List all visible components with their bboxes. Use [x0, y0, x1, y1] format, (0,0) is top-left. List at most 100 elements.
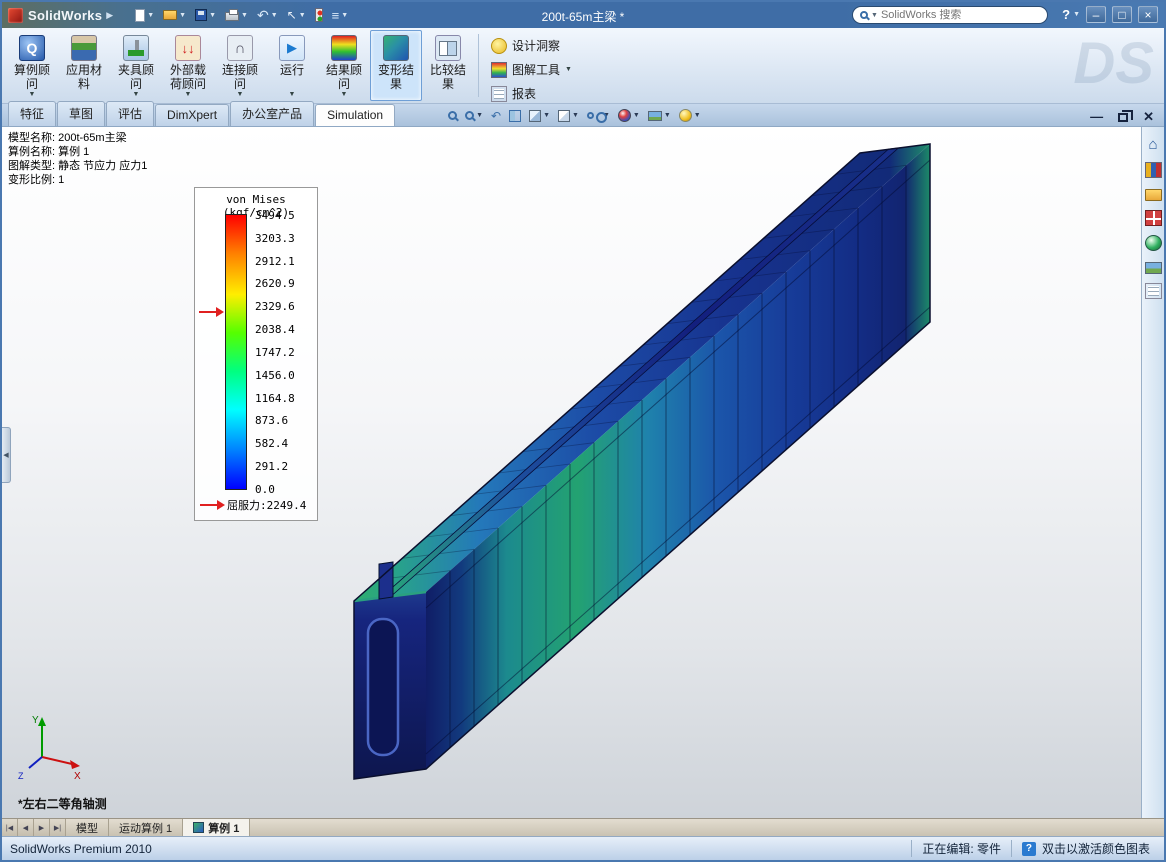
view-settings-button[interactable]: ▼ — [679, 109, 701, 122]
status-product-name: SolidWorks Premium 2010 — [2, 842, 152, 856]
minimize-button[interactable]: – — [1086, 6, 1106, 23]
options-icon: ≡ — [332, 9, 340, 22]
home-icon[interactable]: ⌂ — [1145, 137, 1162, 153]
ribbon-button-external-loads-advisor[interactable]: 外部载荷顾问 ▼ — [162, 30, 214, 101]
triad-x-arrow — [70, 760, 80, 769]
menu-flyout-arrow-icon[interactable]: ▶ — [106, 10, 113, 21]
view-palette-icon[interactable] — [1145, 210, 1162, 226]
section-view-icon — [509, 110, 521, 122]
document-close-button[interactable]: ✕ — [1143, 112, 1154, 122]
yield-marker-arrow-icon — [199, 311, 217, 313]
simulation-study-icon — [193, 822, 204, 833]
dropdown-arrow-icon: ▼ — [694, 112, 701, 119]
report-icon — [491, 86, 507, 102]
tab-sketch[interactable]: 草图 — [57, 101, 105, 126]
tab-model[interactable]: 模型 — [66, 819, 109, 836]
ribbon-button-report[interactable]: 报表 — [487, 84, 576, 103]
view-orientation-button[interactable]: ▼ — [529, 110, 550, 122]
search-scope-arrow-icon[interactable]: ▼ — [871, 12, 878, 19]
beam-model[interactable] — [354, 144, 930, 779]
rebuild-button[interactable] — [315, 8, 323, 22]
plot-info-block: 模型名称: 200t-65m主梁 算例名称: 算例 1 图解类型: 静态 节应力… — [8, 131, 147, 187]
previous-view-button[interactable]: ↶ — [491, 110, 501, 122]
tab-study-1[interactable]: 算例 1 — [183, 819, 250, 836]
appearances-icon[interactable] — [1145, 235, 1162, 251]
zoom-area-button[interactable]: ▼ — [465, 111, 483, 120]
featuremanager-collapsed-handle[interactable]: ◀ — [2, 427, 11, 483]
apply-scene-button[interactable]: ▼ — [648, 111, 671, 121]
help-button[interactable]: ? ▼ — [1062, 7, 1080, 22]
beam-side-face[interactable] — [426, 144, 930, 769]
model-canvas[interactable]: Y X Z — [2, 127, 1141, 818]
scenes-icon[interactable] — [1145, 262, 1162, 274]
tab-evaluate[interactable]: 评估 — [106, 101, 154, 126]
ribbon-separator — [478, 34, 479, 97]
ribbon-stack-group: 设计洞察 图解工具 ▼ 报表 — [483, 30, 578, 101]
ribbon-button-design-insight[interactable]: 设计洞察 — [487, 36, 576, 55]
rebuild-icon — [315, 8, 323, 22]
brand-text: SolidWorks — [28, 8, 102, 23]
undo-button[interactable]: ↶▼ — [257, 8, 278, 22]
hide-show-items-icon — [587, 112, 594, 119]
status-bar: SolidWorks Premium 2010 正在编辑: 零件 ? 双击以激活… — [2, 836, 1164, 860]
prev-tab-arrow[interactable]: ◀ — [18, 819, 34, 836]
tab-simulation[interactable]: Simulation — [315, 104, 395, 126]
legend-color-bar[interactable] — [225, 214, 247, 490]
document-minimize-button[interactable]: — — [1090, 112, 1103, 122]
section-view-button[interactable] — [509, 110, 521, 122]
ribbon-button-compare-results[interactable]: 比较结果 — [422, 30, 474, 101]
save-button[interactable]: ▼ — [195, 9, 216, 21]
design-library-icon[interactable] — [1145, 162, 1162, 178]
file-explorer-icon[interactable] — [1145, 189, 1162, 201]
ribbon-button-deformed-result[interactable]: 变形结果 — [370, 30, 422, 101]
solidworks-logo-icon[interactable] — [8, 8, 23, 23]
last-tab-arrow[interactable]: ▶| — [50, 819, 66, 836]
search-box[interactable]: ▼ — [852, 6, 1048, 24]
yield-arrow-icon — [200, 504, 218, 506]
stress-legend[interactable]: von Mises (kgf/cm^2) 3494.5 3203.3 2912.… — [194, 187, 318, 521]
dropdown-arrow-icon: ▼ — [664, 112, 671, 119]
ribbon-button-fixtures-advisor[interactable]: 夹具顾问 ▼ — [110, 30, 162, 101]
display-style-button[interactable]: ▼ — [558, 110, 579, 122]
hide-show-items-button[interactable]: ▼ — [587, 112, 610, 119]
edit-appearance-button[interactable]: ▼ — [618, 109, 640, 122]
first-tab-arrow[interactable]: |◀ — [2, 819, 18, 836]
tab-dimxpert[interactable]: DimXpert — [155, 104, 229, 126]
help-hint-icon[interactable]: ? — [1022, 842, 1036, 856]
ribbon-button-study-advisor[interactable]: 算例顾问 ▼ — [6, 30, 58, 101]
edit-appearance-icon — [618, 109, 631, 122]
ribbon-button-apply-material[interactable]: 应用材料 — [58, 30, 110, 101]
beam-end-slot — [368, 619, 398, 755]
dropdown-arrow-icon: ▼ — [1073, 11, 1080, 18]
dropdown-arrow-icon: ▼ — [185, 91, 192, 98]
search-input[interactable] — [881, 9, 1040, 21]
options-button[interactable]: ≡▼ — [332, 9, 349, 22]
triad-x-label: X — [74, 771, 81, 782]
open-button[interactable]: ▼ — [163, 10, 186, 20]
ribbon-button-run[interactable]: 运行 ▼ — [266, 30, 318, 101]
status-right-group: 正在编辑: 零件 ? 双击以激活颜色图表 — [911, 840, 1164, 857]
ribbon-button-results-advisor[interactable]: 结果顾问 ▼ — [318, 30, 370, 101]
ribbon-button-plot-tools[interactable]: 图解工具 ▼ — [487, 60, 576, 79]
custom-properties-icon[interactable] — [1145, 283, 1162, 299]
graphics-viewport[interactable]: Y X Z ◀ 模型名称: 200t-65m主梁 算例名称: 算例 1 图解类型… — [2, 127, 1141, 818]
ribbon-button-label: 结果顾问 — [324, 63, 364, 91]
tab-features[interactable]: 特征 — [8, 101, 56, 126]
new-document-button[interactable]: ▼ — [135, 9, 154, 22]
zoom-fit-button[interactable] — [448, 111, 457, 120]
dropdown-arrow-icon: ▼ — [179, 12, 186, 19]
legend-tick: 2912.1 — [255, 255, 295, 268]
maximize-button[interactable]: □ — [1112, 6, 1132, 23]
select-button[interactable]: ↖▼ — [287, 9, 306, 21]
tab-motion-study-1[interactable]: 运动算例 1 — [109, 819, 183, 836]
close-button[interactable]: × — [1138, 6, 1158, 23]
help-icon: ? — [1062, 7, 1070, 22]
legend-tick: 291.2 — [255, 460, 295, 473]
tab-office-products[interactable]: 办公室产品 — [230, 101, 314, 126]
legend-tick: 2620.9 — [255, 277, 295, 290]
previous-view-icon: ↶ — [491, 110, 501, 122]
print-button[interactable]: ▼ — [225, 9, 248, 21]
document-restore-button[interactable] — [1118, 113, 1128, 122]
next-tab-arrow[interactable]: ▶ — [34, 819, 50, 836]
ribbon-button-connections-advisor[interactable]: 连接顾问 ▼ — [214, 30, 266, 101]
